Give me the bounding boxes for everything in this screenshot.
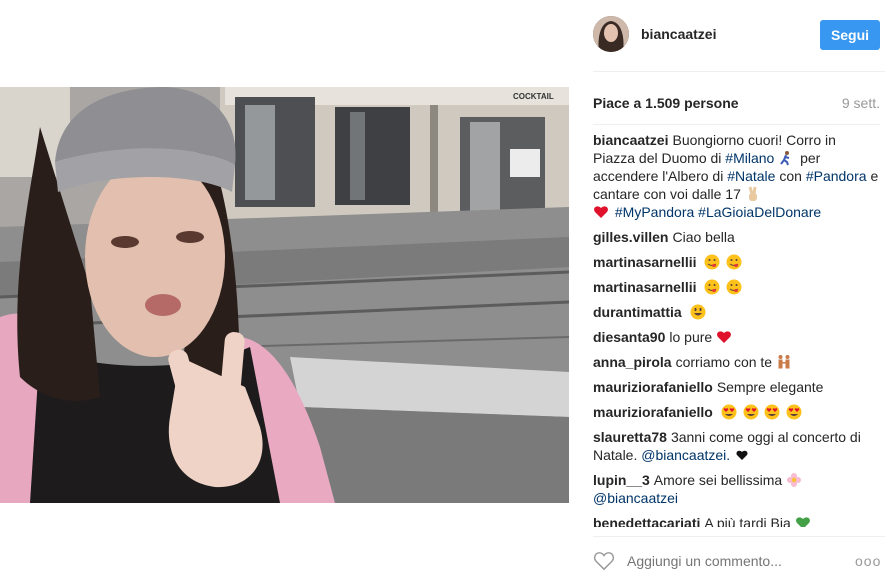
comment-username[interactable]: slauretta78	[593, 429, 667, 445]
comment-username[interactable]: gilles.villen	[593, 229, 668, 245]
comment-username[interactable]: benedettacariati	[593, 515, 700, 527]
red-heart-icon	[717, 331, 731, 343]
yum-face-icon	[726, 254, 742, 270]
blossom-icon	[787, 473, 802, 487]
comment-username[interactable]: martinasarnellii	[593, 279, 697, 295]
hashtag-natale[interactable]: #Natale	[727, 168, 775, 184]
cocktail-sign: COCKTAIL	[513, 92, 554, 101]
green-heart-icon	[795, 517, 810, 527]
heart-eyes-icon	[786, 404, 802, 420]
comment-text: Ciao bella	[672, 229, 735, 245]
red-heart-icon	[594, 206, 608, 218]
black-heart-icon	[736, 450, 748, 460]
comment-text: Amore sei bellissima	[653, 472, 783, 488]
yum-face-icon	[726, 279, 742, 295]
comment: slauretta78 3anni come oggi al concerto d…	[593, 428, 880, 464]
comment-username[interactable]: mauriziorafaniello	[593, 404, 713, 420]
comment: mauriziorafaniello	[593, 403, 880, 421]
comment-text: Sempre elegante	[716, 379, 824, 395]
hashtag-milano[interactable]: #Milano	[725, 150, 774, 166]
comment-text: A più tardi Bia	[704, 515, 791, 527]
like-heart-icon[interactable]	[593, 551, 615, 571]
running-man-icon	[780, 151, 790, 166]
avatar[interactable]	[593, 16, 629, 52]
yum-face-icon	[704, 254, 720, 270]
heart-eyes-icon	[721, 404, 737, 420]
post-photo[interactable]: COCKTAIL	[0, 87, 569, 503]
likes-row: Piace a 1.509 persone 9 sett.	[593, 95, 880, 115]
caption-text-3: con	[779, 168, 802, 184]
comment-mention[interactable]: @biancaatzei.	[641, 447, 730, 463]
comment-username[interactable]: lupin__3	[593, 472, 650, 488]
selfie-image: COCKTAIL	[0, 87, 569, 503]
comment: mauriziorafaniello Sempre elegante	[593, 378, 880, 396]
comment: benedettacariati A più tardi Bia	[593, 514, 880, 527]
heart-eyes-icon	[743, 404, 759, 420]
follow-button[interactable]: Segui	[820, 20, 880, 50]
comment-text: lo pure	[669, 329, 713, 345]
post-header: biancaatzei Segui	[593, 0, 885, 72]
heart-eyes-icon	[764, 404, 780, 420]
comment: martinasarnellii	[593, 278, 880, 296]
comment-text: corriamo con te	[675, 354, 773, 370]
comment-username[interactable]: durantimattia	[593, 304, 682, 320]
comment: lupin__3 Amore sei bellissima @biancaatze…	[593, 471, 880, 507]
comment-username[interactable]: mauriziorafaniello	[593, 379, 713, 395]
people-holding-hands-icon	[778, 355, 790, 369]
post-time[interactable]: 9 sett.	[842, 95, 880, 111]
author-username[interactable]: biancaatzei	[641, 26, 716, 42]
post-footer: ooo	[593, 536, 885, 581]
caption: biancaatzei Buongiorno cuori! Corro in Pi…	[593, 131, 880, 221]
grinning-face-icon	[690, 304, 706, 320]
comment-username[interactable]: anna_pirola	[593, 354, 672, 370]
post-side-panel: biancaatzei Segui Piace a 1.509 persone …	[593, 0, 885, 581]
likes-count[interactable]: Piace a 1.509 persone	[593, 95, 739, 111]
victory-hand-icon	[748, 186, 757, 201]
hashtag-lagioiadeldonare[interactable]: #LaGioiaDelDonare	[698, 204, 821, 220]
comment-username[interactable]: martinasarnellii	[593, 254, 697, 270]
comment: diesanta90 lo pure	[593, 328, 880, 346]
comment-username[interactable]: diesanta90	[593, 329, 665, 345]
comment: durantimattia	[593, 303, 880, 321]
comment-mention[interactable]: @biancaatzei	[593, 490, 678, 506]
yum-face-icon	[704, 279, 720, 295]
caption-username[interactable]: biancaatzei	[593, 132, 668, 148]
add-comment-input[interactable]	[627, 553, 837, 569]
comment: martinasarnellii	[593, 253, 880, 271]
comment: anna_pirola corriamo con te	[593, 353, 880, 371]
hashtag-mypandora[interactable]: #MyPandora	[615, 204, 694, 220]
hashtag-pandora[interactable]: #Pandora	[806, 168, 867, 184]
comments-list[interactable]: biancaatzei Buongiorno cuori! Corro in Pi…	[593, 124, 880, 527]
comment: gilles.villen Ciao bella	[593, 228, 880, 246]
more-options-button[interactable]: ooo	[855, 553, 881, 569]
